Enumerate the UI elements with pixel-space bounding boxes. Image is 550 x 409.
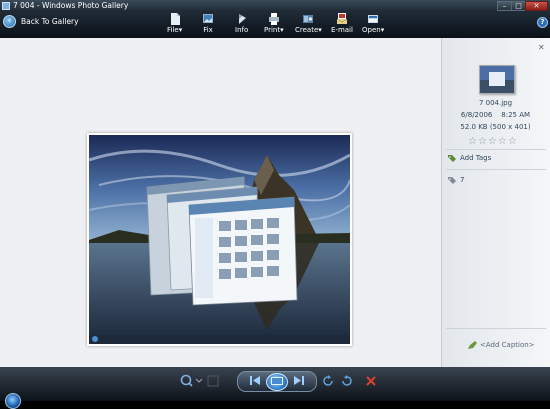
actual-size-icon (207, 375, 219, 386)
filename: 7 004.jpg (478, 99, 513, 107)
photo-thumbnail (479, 65, 515, 94)
zoom-icon (180, 374, 202, 387)
email-button[interactable]: E-mail (331, 13, 353, 34)
file-menu-button[interactable]: File▾ (167, 13, 182, 34)
back-to-gallery-button[interactable]: ‹ Back To Gallery (3, 15, 79, 28)
fix-button[interactable]: Fix (203, 13, 213, 34)
tag-item[interactable]: 7 (448, 176, 464, 184)
info-button[interactable]: Info (235, 13, 248, 34)
file-icon (170, 13, 180, 25)
back-to-gallery-label: Back To Gallery (21, 17, 79, 26)
print-icon (268, 13, 279, 25)
divider (446, 149, 546, 150)
file-size: 52.0 KB (500 x 401) (460, 123, 531, 131)
next-icon (294, 376, 304, 385)
star-rating[interactable]: ☆☆☆☆☆ (468, 136, 518, 147)
divider (446, 169, 546, 170)
start-button[interactable] (5, 393, 21, 409)
info-pane: ✕ 7 004.jpg 6/8/2006 8:25 AM 52.0 KB (50… (441, 38, 550, 367)
tag-label: 7 (460, 176, 465, 184)
navigation-group (237, 371, 317, 392)
email-icon (336, 13, 347, 24)
create-icon (303, 15, 314, 23)
photo-frame (87, 133, 352, 346)
playback-bar (0, 367, 550, 401)
file-label: File (167, 26, 179, 34)
back-arrow-icon: ‹ (3, 15, 16, 28)
toolbar: ‹ Back To Gallery File▾ Fix Info Print▾ … (0, 12, 550, 38)
open-icon (368, 15, 379, 23)
next-button[interactable] (288, 376, 310, 387)
date: 6/8/2006 (460, 111, 493, 119)
actual-size-button[interactable] (206, 373, 220, 388)
date-taken: 6/8/2006 8:25 AM (442, 111, 549, 119)
open-menu-button[interactable]: Open▾ (362, 13, 384, 34)
delete-button[interactable] (364, 373, 378, 388)
minimize-button[interactable]: – (497, 1, 512, 11)
add-tags-label: Add Tags (460, 154, 492, 162)
help-icon[interactable]: ? (537, 17, 548, 28)
caption-pen-icon (468, 341, 477, 349)
app-icon (2, 2, 10, 10)
close-button[interactable]: ✕ (525, 1, 548, 11)
close-pane-icon[interactable]: ✕ (538, 43, 545, 52)
info-label: Info (235, 26, 249, 34)
fix-label: Fix (203, 26, 213, 34)
time: 8:25 AM (501, 111, 531, 119)
create-menu-button[interactable]: Create▾ (295, 13, 322, 34)
slideshow-button[interactable] (266, 372, 288, 391)
print-menu-button[interactable]: Print▾ (264, 13, 284, 34)
window-title: 7 004 - Windows Photo Gallery (13, 1, 129, 10)
photo-viewer-area (0, 38, 441, 367)
open-label: Open (362, 26, 381, 34)
tag-icon (448, 155, 456, 162)
delete-icon (366, 375, 376, 386)
fix-icon (203, 14, 213, 23)
create-label: Create (295, 26, 319, 34)
photo-image[interactable] (89, 135, 350, 344)
divider (446, 328, 546, 329)
previous-icon (250, 376, 260, 385)
zoom-button[interactable] (179, 373, 203, 388)
rotate-clockwise-button[interactable] (339, 373, 353, 388)
previous-button[interactable] (244, 376, 266, 387)
maximize-button[interactable]: □ (511, 1, 526, 11)
title-bar: 7 004 - Windows Photo Gallery – □ ✕ (0, 0, 550, 12)
caption-placeholder: <Add Caption> (480, 341, 535, 349)
rotate-left-icon (322, 375, 333, 386)
slideshow-icon (271, 376, 283, 385)
add-tags-button[interactable]: Add Tags (448, 154, 491, 162)
print-label: Print (264, 26, 281, 34)
info-icon (238, 14, 246, 24)
rotate-counterclockwise-button[interactable] (321, 373, 335, 388)
rotate-right-icon (341, 375, 352, 386)
tag-icon (448, 177, 456, 184)
add-caption-field[interactable]: <Add Caption> (468, 341, 535, 349)
email-label: E-mail (331, 26, 353, 34)
